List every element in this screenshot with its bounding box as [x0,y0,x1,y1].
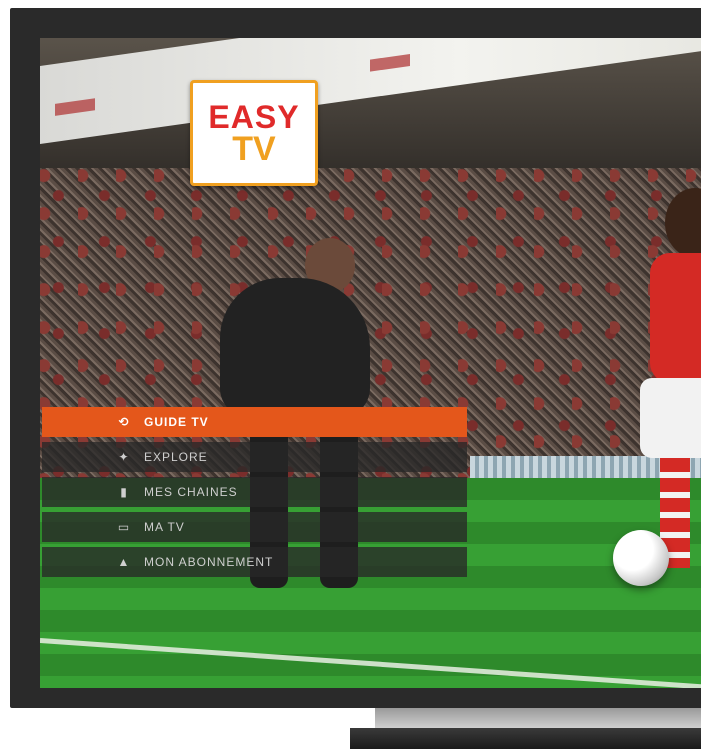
logo-word-easy: EASY [208,99,300,135]
menu-item-mon-abonnement[interactable]: ▲ MON ABONNEMENT [42,547,467,577]
menu-item-label: MES CHAINES [144,485,238,499]
logo-word-tv: TV [232,130,276,168]
main-menu: ⟲ GUIDE TV ✦ EXPLORE ▮ MES CHAINES ▭ MA … [42,407,467,582]
tv-stand-base [350,728,701,749]
menu-item-label: EXPLORE [144,450,208,464]
subscription-icon: ▲ [117,555,131,569]
menu-item-ma-tv[interactable]: ▭ MA TV [42,512,467,542]
tv-guide-icon: ⟲ [118,415,130,429]
menu-item-mes-chaines[interactable]: ▮ MES CHAINES [42,477,467,507]
explore-icon: ✦ [118,450,130,464]
tv-screen: EASY TV ⟲ GUIDE TV ✦ EXPLORE ▮ MES CHAIN… [40,38,701,688]
player-figure [640,188,701,588]
my-tv-icon: ▭ [117,520,131,534]
football [613,530,669,586]
easy-tv-logo: EASY TV [190,80,318,186]
menu-item-guide-tv[interactable]: ⟲ GUIDE TV [42,407,467,437]
menu-item-explore[interactable]: ✦ EXPLORE [42,442,467,472]
menu-item-label: MON ABONNEMENT [144,555,274,569]
tv-frame: EASY TV ⟲ GUIDE TV ✦ EXPLORE ▮ MES CHAIN… [10,8,701,708]
channels-icon: ▮ [120,485,128,499]
menu-item-label: MA TV [144,520,185,534]
tv-stand-neck [375,708,701,728]
menu-item-label: GUIDE TV [144,415,209,429]
